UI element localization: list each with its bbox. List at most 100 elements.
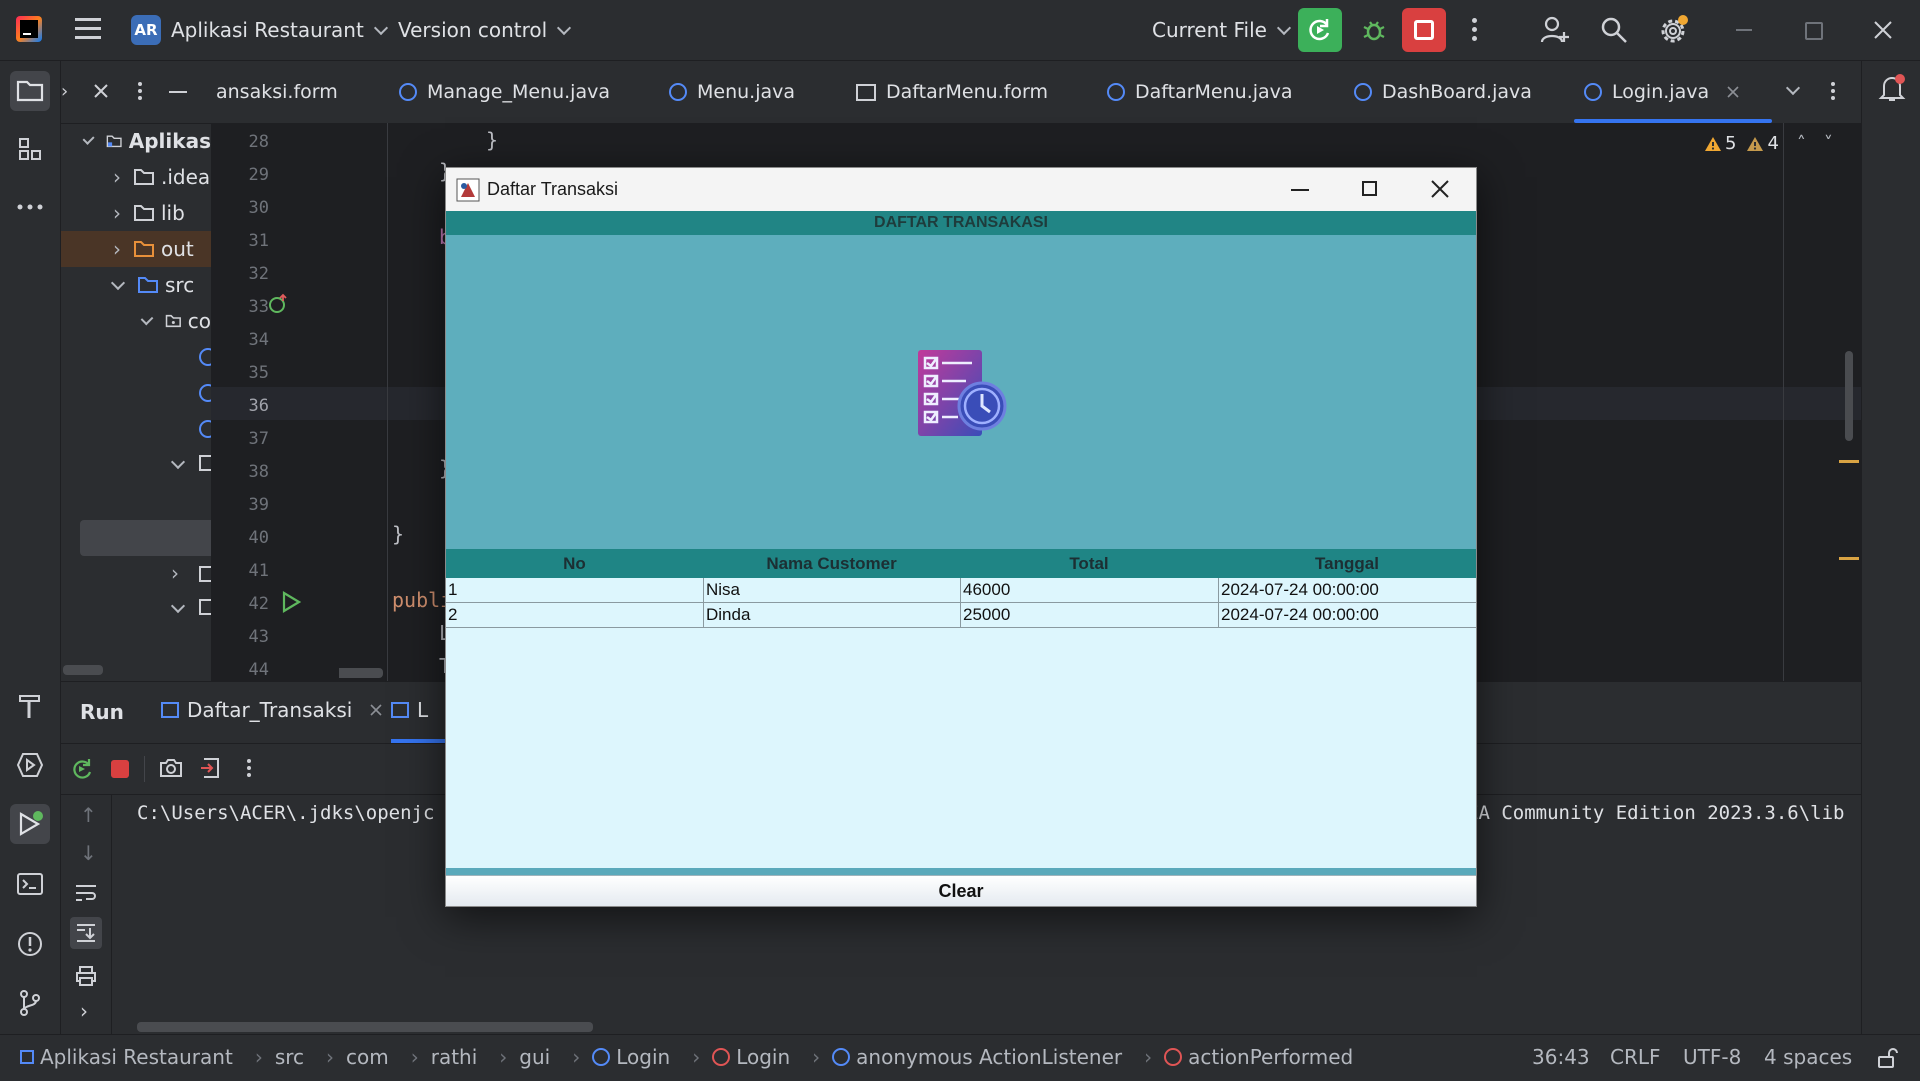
exit-icon[interactable] xyxy=(200,757,222,779)
breadcrumb-rathi[interactable]: rathi xyxy=(431,1045,478,1069)
indent-setting[interactable]: 4 spaces xyxy=(1764,1045,1852,1069)
cell-nama-customer[interactable]: Nisa xyxy=(704,578,961,602)
more-actions-icon[interactable] xyxy=(247,759,252,777)
class-icon[interactable] xyxy=(199,420,211,438)
column-header-tanggal[interactable]: Tanggal xyxy=(1218,549,1476,578)
debug-button[interactable] xyxy=(1356,12,1392,48)
breadcrumb-method-login[interactable]: Login xyxy=(712,1045,790,1069)
breadcrumb-class-login[interactable]: Login xyxy=(592,1045,670,1069)
stop-icon[interactable] xyxy=(111,760,129,778)
clear-button[interactable]: Clear xyxy=(446,875,1476,906)
expand-icon[interactable]: › xyxy=(61,81,68,102)
tab-options-icon[interactable] xyxy=(1831,82,1836,100)
tab-daftarmenu-java[interactable]: DaftarMenu.java xyxy=(1107,61,1293,123)
breadcrumb-anonymous[interactable]: anonymous ActionListener xyxy=(832,1045,1122,1069)
chevron-right-icon[interactable]: › xyxy=(80,999,88,1023)
soft-wrap-icon[interactable] xyxy=(74,883,98,903)
tree-item-out[interactable]: › out xyxy=(61,231,211,267)
close-window-button[interactable] xyxy=(1431,180,1449,198)
up-arrow-icon[interactable]: ↑ xyxy=(80,803,97,827)
intellij-logo-icon[interactable] xyxy=(16,16,42,42)
caret-position[interactable]: 36:43 xyxy=(1532,1045,1590,1069)
column-header-nama-customer[interactable]: Nama Customer xyxy=(703,549,960,578)
vcs-selector[interactable]: Version control xyxy=(398,14,572,46)
tree-item-lib[interactable]: › lib xyxy=(61,195,211,231)
tab-daftar-transaksi-form[interactable]: ansaksi.form xyxy=(216,61,338,123)
table-row[interactable]: 2 Dinda 25000 2024-07-24 00:00:00 xyxy=(446,603,1476,628)
tab-menu-java[interactable]: Menu.java xyxy=(669,61,795,123)
tree-item-idea[interactable]: › .idea xyxy=(61,159,211,195)
restore-window-button[interactable] xyxy=(1805,22,1823,40)
file-encoding[interactable]: UTF-8 xyxy=(1683,1045,1741,1069)
project-options-icon[interactable] xyxy=(138,82,143,100)
column-header-total[interactable]: Total xyxy=(960,549,1218,578)
search-icon[interactable] xyxy=(1600,16,1628,44)
problems-tool-button[interactable] xyxy=(10,924,50,964)
implements-gutter-icon[interactable] xyxy=(267,293,289,315)
next-highlight-icon[interactable]: ˅ xyxy=(1824,133,1833,154)
structure-tool-button[interactable] xyxy=(10,129,50,169)
cell-tanggal[interactable]: 2024-07-24 00:00:00 xyxy=(1219,603,1476,627)
minimize-window-button[interactable] xyxy=(1736,29,1752,31)
terminal-tool-button[interactable] xyxy=(10,864,50,904)
minimize-window-button[interactable] xyxy=(1291,189,1309,191)
tree-item-selected[interactable] xyxy=(80,520,211,556)
project-selector[interactable]: AR Aplikasi Restaurant xyxy=(131,14,388,46)
cell-total[interactable]: 25000 xyxy=(961,603,1219,627)
tab-manage-menu-java[interactable]: Manage_Menu.java xyxy=(399,61,610,123)
table-row[interactable]: 1 Nisa 46000 2024-07-24 00:00:00 xyxy=(446,578,1476,603)
close-tab-icon[interactable] xyxy=(370,704,382,716)
git-tool-button[interactable] xyxy=(10,983,50,1023)
more-tools-button[interactable] xyxy=(10,187,50,227)
run-tab-daftar-transaksi[interactable]: Daftar_Transaksi xyxy=(161,698,382,722)
cell-tanggal[interactable]: 2024-07-24 00:00:00 xyxy=(1219,578,1476,602)
breadcrumb-gui[interactable]: gui xyxy=(519,1045,550,1069)
class-icon[interactable] xyxy=(199,384,211,402)
chevron-right-icon[interactable]: › xyxy=(171,561,179,585)
tab-dashboard-java[interactable]: DashBoard.java xyxy=(1354,61,1532,123)
tab-daftarmenu-form[interactable]: DaftarMenu.form xyxy=(856,61,1048,123)
build-tool-button[interactable] xyxy=(10,686,50,726)
window-title-bar[interactable]: Daftar Transaksi xyxy=(446,168,1476,211)
code-with-me-icon[interactable] xyxy=(1540,15,1570,45)
breadcrumb-src[interactable]: src xyxy=(275,1045,304,1069)
vertical-scrollbar[interactable] xyxy=(1845,351,1853,441)
run-tool-button[interactable] xyxy=(10,804,50,844)
breadcrumb-com[interactable]: com xyxy=(346,1045,389,1069)
settings-button[interactable] xyxy=(1658,14,1690,46)
run-gutter-icon[interactable] xyxy=(281,591,301,613)
tab-list-chevron-icon[interactable] xyxy=(1785,80,1801,96)
column-header-no[interactable]: No xyxy=(446,549,703,578)
console-horizontal-scrollbar[interactable] xyxy=(137,1022,593,1032)
lock-icon[interactable] xyxy=(1876,1047,1898,1069)
line-separator[interactable]: CRLF xyxy=(1610,1045,1661,1069)
transaction-table[interactable]: 1 Nisa 46000 2024-07-24 00:00:00 2 Dinda… xyxy=(446,578,1476,868)
down-arrow-icon[interactable]: ↓ xyxy=(80,841,97,865)
cell-total[interactable]: 46000 xyxy=(961,578,1219,602)
main-menu-icon[interactable] xyxy=(75,18,101,40)
more-actions-icon[interactable] xyxy=(1472,18,1478,42)
rerun-icon[interactable] xyxy=(70,757,94,781)
run-config-selector[interactable]: Current File xyxy=(1152,14,1292,46)
horizontal-scrollbar[interactable] xyxy=(63,665,103,675)
hide-panel-icon[interactable] xyxy=(169,91,187,93)
tab-login-java[interactable]: Login.java xyxy=(1574,61,1772,123)
tree-item-project-root[interactable]: Aplikas xyxy=(61,123,211,159)
project-tool-button[interactable] xyxy=(10,71,50,111)
previous-highlight-icon[interactable]: ˄ xyxy=(1797,133,1806,154)
maximize-window-button[interactable] xyxy=(1362,181,1377,196)
collapse-all-icon[interactable] xyxy=(93,83,109,99)
chevron-down-icon[interactable] xyxy=(170,454,186,470)
form-icon[interactable] xyxy=(199,455,211,471)
stop-button[interactable] xyxy=(1402,8,1446,52)
close-window-button[interactable] xyxy=(1874,21,1892,39)
tree-item-package[interactable]: co xyxy=(61,303,211,339)
cell-no[interactable]: 1 xyxy=(446,578,704,602)
notifications-icon[interactable] xyxy=(1878,73,1906,103)
cell-no[interactable]: 2 xyxy=(446,603,704,627)
breadcrumb-project[interactable]: Aplikasi Restaurant xyxy=(20,1045,233,1069)
close-tab-icon[interactable] xyxy=(1727,86,1739,98)
rerun-button[interactable] xyxy=(1298,8,1342,52)
breadcrumb-action-performed[interactable]: actionPerformed xyxy=(1164,1045,1353,1069)
scroll-to-end-button[interactable] xyxy=(70,917,102,949)
